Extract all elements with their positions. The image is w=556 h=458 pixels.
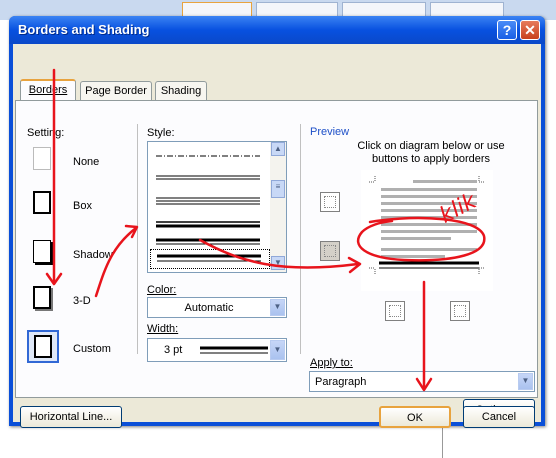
tab-shading[interactable]: Shading	[155, 81, 207, 100]
tab-label: Shading	[160, 85, 202, 97]
dialog-titlebar: Borders and Shading ? ✕	[9, 16, 545, 44]
dialog-client-area: Borders Page Border Shading Setting: Non…	[13, 44, 541, 428]
width-value: 3 pt	[164, 344, 183, 356]
selected-style-swatch	[157, 254, 261, 262]
setting-box-button[interactable]	[27, 187, 59, 220]
help-icon: ?	[502, 22, 512, 38]
tab-label: Borders	[28, 84, 68, 96]
top-border-icon	[324, 196, 336, 208]
width-label: Width:	[147, 323, 179, 335]
cancel-button[interactable]: Cancel	[463, 406, 535, 428]
preview-separator	[300, 124, 301, 354]
none-setting-icon	[33, 147, 51, 170]
color-dropdown[interactable]: Automatic ▼	[147, 297, 287, 318]
tab-label: Page Border	[85, 85, 147, 97]
setting-custom-button[interactable]	[27, 330, 59, 363]
color-value: Automatic	[184, 302, 234, 314]
style-list-scrollbar[interactable]: ▲ ≡ ▼	[270, 142, 286, 272]
preview-label: Preview	[310, 126, 350, 138]
dialog-title: Borders and Shading	[18, 22, 150, 37]
preview-instructions: Click on diagram below or use buttons to…	[357, 140, 505, 165]
help-button[interactable]: ?	[497, 20, 517, 40]
setting-box-label: Box	[73, 200, 92, 212]
setting-3d-button[interactable]	[27, 282, 59, 315]
color-label: Color:	[147, 284, 177, 296]
custom-setting-icon	[34, 335, 52, 358]
apply-to-label: Apply to:	[310, 357, 353, 369]
apply-to-value: Paragraph	[315, 376, 367, 388]
middle-border-button[interactable]	[320, 241, 340, 261]
chevron-down-icon[interactable]: ▼	[518, 373, 533, 390]
width-line-swatch	[200, 346, 268, 354]
setting-shadow-label: Shadow	[73, 249, 113, 261]
box-setting-icon	[33, 191, 51, 214]
setting-custom-label: Custom	[73, 343, 111, 355]
top-border-button[interactable]	[320, 192, 340, 212]
scroll-thumb[interactable]: ≡	[271, 180, 285, 198]
setting-none-button[interactable]	[27, 143, 59, 176]
left-border-icon	[389, 305, 401, 317]
style-option-selected[interactable]	[150, 249, 270, 269]
shadow-setting-icon	[33, 240, 51, 263]
right-border-icon	[454, 305, 466, 317]
chevron-down-icon[interactable]: ▼	[270, 299, 285, 316]
setting-3d-label: 3-D	[73, 295, 91, 307]
left-border-button[interactable]	[385, 301, 405, 321]
preview-page	[369, 176, 485, 274]
tab-borders[interactable]: Borders	[20, 79, 76, 100]
ok-button[interactable]: OK	[379, 406, 451, 428]
apply-to-dropdown[interactable]: Paragraph ▼	[309, 371, 535, 392]
close-button[interactable]: ✕	[520, 20, 540, 40]
width-dropdown[interactable]: 3 pt ▼	[147, 338, 287, 362]
horizontal-line-button[interactable]: Horizontal Line...	[20, 406, 122, 428]
column-separator	[137, 124, 138, 354]
right-border-button[interactable]	[450, 301, 470, 321]
tab-page-border[interactable]: Page Border	[80, 81, 152, 100]
scroll-up-icon[interactable]: ▲	[271, 142, 285, 156]
style-list[interactable]: ▲ ≡ ▼	[147, 141, 287, 273]
setting-label: Setting:	[27, 127, 65, 139]
scroll-down-icon[interactable]: ▼	[271, 256, 285, 270]
style-label: Style:	[147, 127, 175, 139]
preview-diagram[interactable]	[361, 170, 493, 291]
setting-none-label: None	[73, 156, 100, 168]
setting-shadow-button[interactable]	[27, 236, 59, 269]
chevron-down-icon[interactable]: ▼	[270, 340, 285, 360]
middle-border-icon	[324, 245, 336, 257]
borders-and-shading-dialog: Borders and Shading ? ✕ Borders Page Bor…	[9, 16, 545, 428]
close-icon: ✕	[524, 22, 536, 38]
3d-setting-icon	[33, 286, 51, 309]
